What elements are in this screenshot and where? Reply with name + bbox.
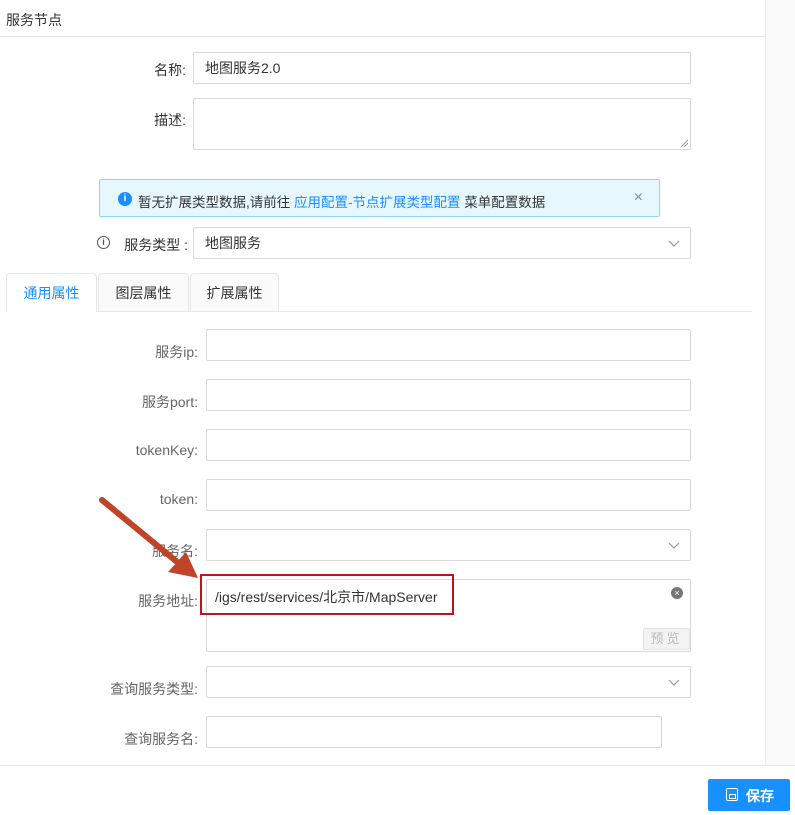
query-service-name-input[interactable]: [206, 716, 662, 748]
token-key-input[interactable]: [206, 429, 691, 461]
description-textarea[interactable]: [193, 98, 691, 150]
chevron-down-icon: [668, 240, 680, 247]
token-key-label: tokenKey:: [135, 442, 198, 458]
name-input[interactable]: 地图服务2.0: [193, 52, 691, 84]
alert-text-prefix: 暂无扩展类型数据,请前往: [138, 195, 295, 210]
tab-general[interactable]: 通用属性: [6, 273, 97, 313]
annotation-highlight-box: [200, 574, 454, 615]
annotation-arrow-icon: [99, 497, 198, 578]
panel-title: 服务节点: [6, 12, 62, 28]
service-type-value: 地图服务: [205, 235, 261, 251]
service-address-label: 服务地址:: [138, 593, 198, 609]
clear-circle-icon[interactable]: ×: [671, 587, 683, 599]
service-ip-input[interactable]: [206, 329, 691, 361]
preview-button[interactable]: 预览: [643, 628, 690, 650]
alert-message: 暂无扩展类型数据,请前往 应用配置-节点扩展类型配置 菜单配置数据: [138, 191, 545, 211]
alert-config-link[interactable]: 应用配置-节点扩展类型配置: [294, 195, 461, 210]
tab-extensions[interactable]: 扩展属性: [190, 273, 279, 312]
service-type-label: 服务类型 :: [124, 237, 188, 253]
query-service-type-select[interactable]: [206, 666, 691, 698]
query-service-type-label: 查询服务类型:: [110, 681, 198, 697]
info-alert: i 暂无扩展类型数据,请前往 应用配置-节点扩展类型配置 菜单配置数据 ×: [99, 179, 660, 217]
footer-bar: [0, 765, 795, 815]
chevron-down-icon: [668, 542, 680, 549]
save-button-label: 保存: [746, 788, 774, 804]
save-button[interactable]: 保存: [708, 779, 790, 811]
service-port-input[interactable]: [206, 379, 691, 411]
query-service-name-label: 查询服务名:: [124, 731, 198, 747]
help-circle-icon[interactable]: i: [97, 236, 110, 249]
tab-layers[interactable]: 图层属性: [98, 273, 189, 312]
panel-header: 服务节点: [0, 0, 765, 37]
name-label: 名称:: [154, 62, 186, 78]
resize-grip-icon[interactable]: [680, 139, 688, 147]
token-input[interactable]: [206, 479, 691, 511]
alert-text-suffix: 菜单配置数据: [460, 195, 546, 210]
save-icon: [726, 788, 738, 801]
service-port-label: 服务port:: [141, 394, 198, 410]
info-circle-icon: i: [118, 192, 132, 206]
scrollbar-track[interactable]: [765, 0, 795, 765]
description-label: 描述:: [154, 112, 186, 128]
chevron-down-icon: [668, 679, 680, 686]
service-ip-label: 服务ip:: [155, 344, 198, 360]
close-icon[interactable]: ×: [634, 190, 643, 206]
service-type-select[interactable]: 地图服务: [193, 227, 691, 259]
service-name-select[interactable]: [206, 529, 691, 561]
